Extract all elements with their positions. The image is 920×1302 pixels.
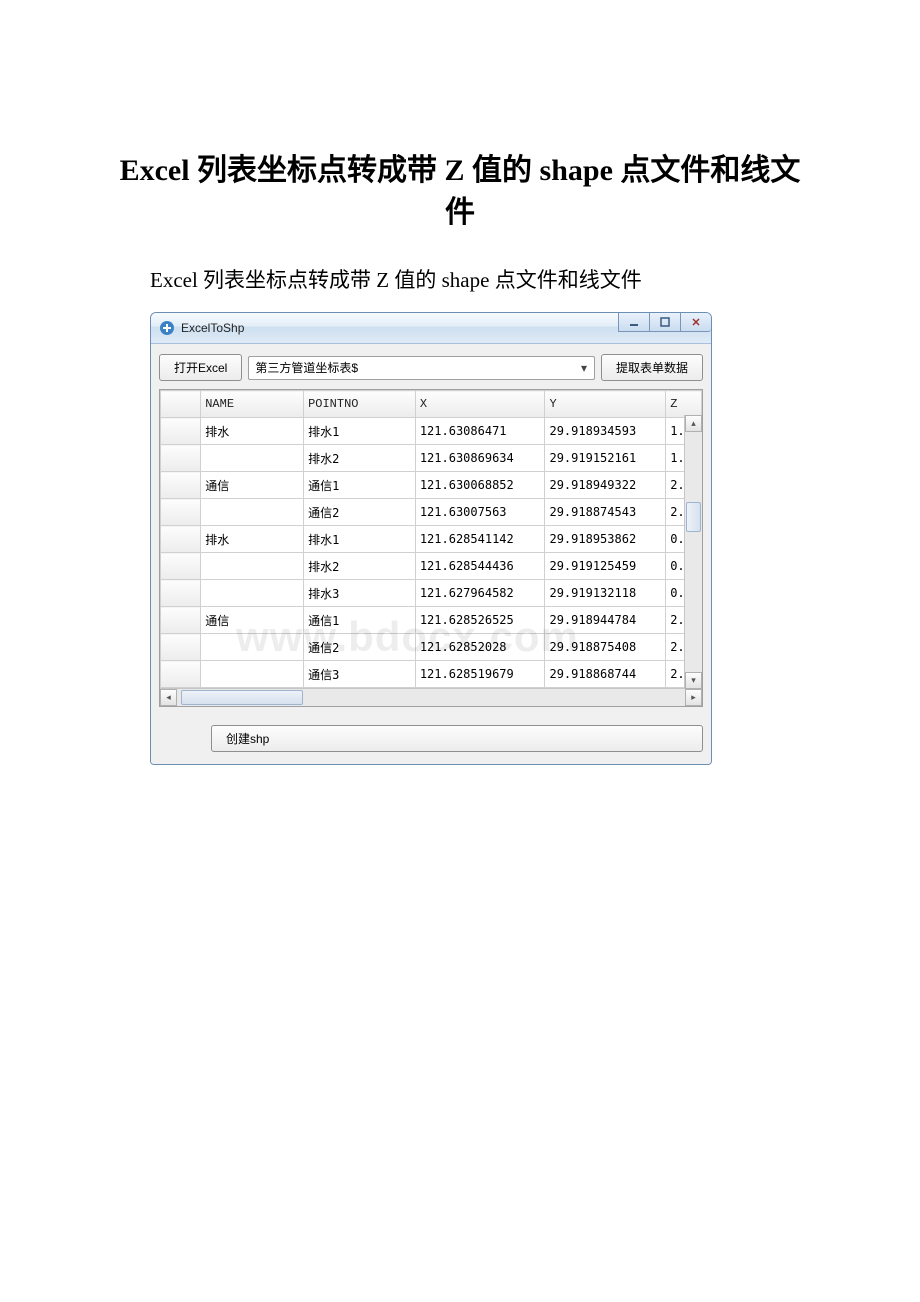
maximize-button[interactable] (649, 313, 681, 332)
cell-name[interactable] (201, 661, 304, 688)
toolbar: 打开Excel 第三方管道坐标表$ ▾ 提取表单数据 (159, 354, 703, 381)
cell-name[interactable]: 通信 (201, 472, 304, 499)
table-row[interactable]: 通信2121.6300756329.9188745432.7 (161, 499, 702, 526)
cell-name[interactable] (201, 580, 304, 607)
table-row[interactable]: 排水2121.63086963429.9191521611.1 (161, 445, 702, 472)
table-row[interactable]: 排水排水1121.62854114229.9189538620.4 (161, 526, 702, 553)
col-header-x[interactable]: X (415, 391, 545, 418)
row-header[interactable] (161, 499, 201, 526)
cell-x[interactable]: 121.628544436 (415, 553, 545, 580)
cell-y[interactable]: 29.918953862 (545, 526, 666, 553)
row-header[interactable] (161, 445, 201, 472)
cell-y[interactable]: 29.918944784 (545, 607, 666, 634)
row-header-blank (161, 391, 201, 418)
cell-x[interactable]: 121.63086471 (415, 418, 545, 445)
cell-x[interactable]: 121.628519679 (415, 661, 545, 688)
table-row[interactable]: 通信通信1121.62852652529.9189447842.3 (161, 607, 702, 634)
cell-y[interactable]: 29.918874543 (545, 499, 666, 526)
cell-y[interactable]: 29.919125459 (545, 553, 666, 580)
horizontal-scrollbar[interactable]: ◂ ▸ (160, 688, 702, 706)
row-header[interactable] (161, 526, 201, 553)
cell-y[interactable]: 29.918875408 (545, 634, 666, 661)
col-header-z[interactable]: Z (666, 391, 702, 418)
col-header-name[interactable]: NAME (201, 391, 304, 418)
cell-x[interactable]: 121.628526525 (415, 607, 545, 634)
hscroll-thumb[interactable] (181, 690, 303, 705)
row-header[interactable] (161, 472, 201, 499)
row-header[interactable] (161, 418, 201, 445)
table-row[interactable]: 通信2121.6285202829.9188754082.5 (161, 634, 702, 661)
data-grid[interactable]: NAME POINTNO X Y Z 排水排水1121.6308647129.9… (159, 389, 703, 707)
page-title: Excel 列表坐标点转成带 Z 值的 shape 点文件和线文件 (110, 150, 810, 234)
table-row[interactable]: 排水排水1121.6308647129.9189345931.2 (161, 418, 702, 445)
cell-pointno[interactable]: 通信3 (304, 661, 416, 688)
cell-y[interactable]: 29.918949322 (545, 472, 666, 499)
row-header[interactable] (161, 607, 201, 634)
cell-x[interactable]: 121.63007563 (415, 499, 545, 526)
cell-pointno[interactable]: 排水2 (304, 553, 416, 580)
cell-pointno[interactable]: 排水1 (304, 418, 416, 445)
cell-name[interactable] (201, 634, 304, 661)
app-window: ExcelToShp 打开Excel 第三方管道坐标表$ ▾ 提取表单数据 (150, 312, 712, 765)
cell-name[interactable]: 排水 (201, 418, 304, 445)
row-header[interactable] (161, 553, 201, 580)
vertical-scrollbar[interactable]: ▴ ▾ (684, 415, 702, 689)
minimize-button[interactable] (618, 313, 650, 332)
scroll-right-icon[interactable]: ▸ (685, 689, 702, 706)
cell-name[interactable] (201, 553, 304, 580)
open-excel-button[interactable]: 打开Excel (159, 354, 242, 381)
row-header[interactable] (161, 634, 201, 661)
page-subtitle: Excel 列表坐标点转成带 Z 值的 shape 点文件和线文件 (150, 264, 810, 294)
table-row[interactable]: 排水3121.62796458229.9191321180.4 (161, 580, 702, 607)
cell-pointno[interactable]: 排水2 (304, 445, 416, 472)
cell-x[interactable]: 121.62852028 (415, 634, 545, 661)
cell-pointno[interactable]: 通信2 (304, 499, 416, 526)
cell-name[interactable]: 通信 (201, 607, 304, 634)
extract-data-button[interactable]: 提取表单数据 (601, 354, 703, 381)
create-shp-button[interactable]: 创建shp (211, 725, 703, 752)
cell-x[interactable]: 121.627964582 (415, 580, 545, 607)
chevron-down-icon: ▾ (576, 360, 592, 376)
grid-header-row: NAME POINTNO X Y Z (161, 391, 702, 418)
hscroll-track[interactable] (177, 689, 685, 706)
table-row[interactable]: 排水2121.62854443629.9191254590.3 (161, 553, 702, 580)
cell-name[interactable] (201, 499, 304, 526)
row-header[interactable] (161, 661, 201, 688)
cell-y[interactable]: 29.918868744 (545, 661, 666, 688)
vscroll-thumb[interactable] (686, 502, 701, 532)
sheet-combo[interactable]: 第三方管道坐标表$ ▾ (248, 356, 595, 380)
cell-pointno[interactable]: 通信1 (304, 472, 416, 499)
sheet-combo-value: 第三方管道坐标表$ (255, 359, 358, 376)
titlebar[interactable]: ExcelToShp (151, 313, 711, 344)
cell-pointno[interactable]: 通信2 (304, 634, 416, 661)
col-header-pointno[interactable]: POINTNO (304, 391, 416, 418)
cell-x[interactable]: 121.630869634 (415, 445, 545, 472)
scroll-down-icon[interactable]: ▾ (685, 672, 702, 689)
cell-name[interactable] (201, 445, 304, 472)
window-title: ExcelToShp (181, 321, 244, 335)
cell-pointno[interactable]: 排水3 (304, 580, 416, 607)
cell-name[interactable]: 排水 (201, 526, 304, 553)
cell-y[interactable]: 29.919132118 (545, 580, 666, 607)
cell-y[interactable]: 29.919152161 (545, 445, 666, 472)
row-header[interactable] (161, 580, 201, 607)
scroll-left-icon[interactable]: ◂ (160, 689, 177, 706)
cell-y[interactable]: 29.918934593 (545, 418, 666, 445)
cell-pointno[interactable]: 通信1 (304, 607, 416, 634)
vscroll-track[interactable] (685, 432, 702, 672)
scroll-up-icon[interactable]: ▴ (685, 415, 702, 432)
cell-x[interactable]: 121.630068852 (415, 472, 545, 499)
cell-x[interactable]: 121.628541142 (415, 526, 545, 553)
app-icon (159, 320, 175, 336)
table-row[interactable]: 通信通信1121.63006885229.9189493222.4 (161, 472, 702, 499)
table-row[interactable]: 通信3121.62851967929.9188687442.4 (161, 661, 702, 688)
cell-pointno[interactable]: 排水1 (304, 526, 416, 553)
close-button[interactable] (680, 313, 711, 332)
col-header-y[interactable]: Y (545, 391, 666, 418)
